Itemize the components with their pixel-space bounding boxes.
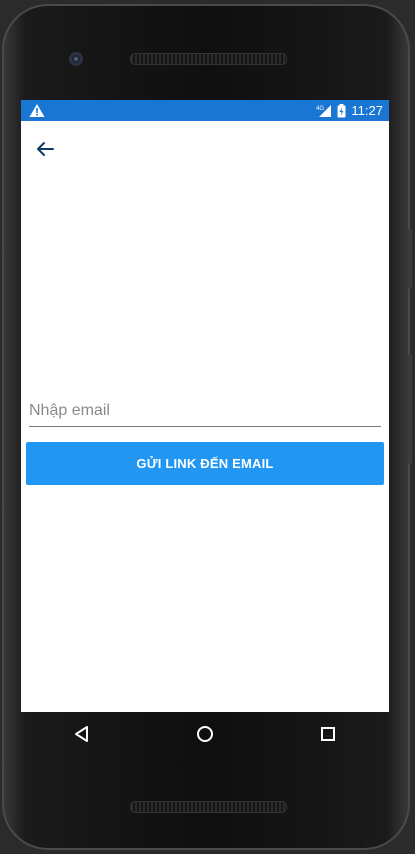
signal-icon: 4G: [316, 104, 332, 117]
nav-back-button[interactable]: [62, 714, 102, 754]
back-button[interactable]: [31, 135, 59, 163]
status-bar: 4G 11:27: [21, 100, 389, 121]
back-triangle-icon: [75, 726, 89, 742]
power-button: [408, 354, 412, 464]
nav-recents-button[interactable]: [308, 714, 348, 754]
recents-square-icon: [320, 727, 335, 741]
front-camera: [69, 52, 83, 66]
nav-home-button[interactable]: [185, 714, 225, 754]
network-type-label: 4G: [316, 106, 324, 112]
arrow-left-icon: [37, 142, 54, 156]
warning-icon: [29, 104, 45, 117]
status-icons: 4G 11:27: [316, 100, 383, 121]
home-circle-icon: [196, 726, 213, 742]
volume-button: [408, 229, 412, 289]
navigation-bar: [21, 712, 389, 756]
email-field-container: [29, 398, 381, 427]
battery-icon: [337, 103, 346, 117]
send-link-button[interactable]: GỬI LINK ĐẾN EMAIL: [26, 442, 384, 485]
status-time: 11:27: [351, 103, 383, 118]
email-input[interactable]: [29, 398, 381, 427]
device-screen: 4G 11:27 GỬI LINK ĐẾN EMAIL: [21, 100, 389, 712]
app-bar: [21, 121, 389, 173]
top-speaker: [130, 53, 287, 65]
bottom-speaker: [130, 801, 287, 813]
